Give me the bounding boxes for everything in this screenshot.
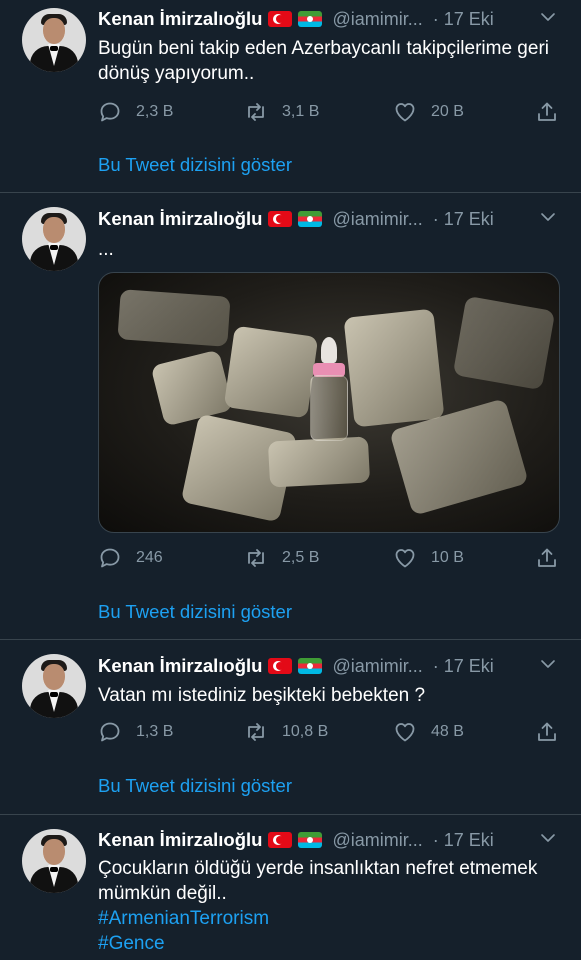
share-icon xyxy=(538,102,556,121)
reply-icon xyxy=(100,102,120,122)
like-button[interactable]: 20 B xyxy=(393,99,464,125)
author-name[interactable]: Kenan İmirzalıoğlu xyxy=(98,8,262,30)
flag-azerbaijan-icon xyxy=(298,832,323,848)
retweet-count: 2,5 B xyxy=(282,549,320,566)
tweet-text: Çocukların öldüğü yerde insanlıktan nefr… xyxy=(98,856,561,956)
avatar[interactable] xyxy=(22,207,86,271)
tweet-header: Kenan İmirzalıoğlu @iamimir... · 17 Eki xyxy=(98,653,561,679)
tweet-actions: 1,3 B 10,8 B 48 B xyxy=(98,719,564,745)
baby-bottle xyxy=(306,337,352,443)
like-button[interactable]: 48 B xyxy=(393,719,464,745)
heart-icon xyxy=(395,723,415,742)
retweet-count: 10,8 B xyxy=(282,723,329,740)
tweet-text: ... xyxy=(98,239,114,260)
author-handle[interactable]: @iamimir... xyxy=(332,9,422,30)
tweet-text: Vatan mı istediniz beşikteki bebekten ? xyxy=(98,685,426,706)
reply-count: 2,3 B xyxy=(136,103,174,120)
retweet-button[interactable]: 3,1 B xyxy=(244,99,319,125)
chevron-down-icon[interactable] xyxy=(539,829,557,847)
author-name[interactable]: Kenan İmirzalıoğlu xyxy=(98,655,262,677)
reply-count: 246 xyxy=(136,549,163,566)
share-icon xyxy=(538,548,556,567)
share-button[interactable] xyxy=(535,545,573,571)
chevron-down-icon[interactable] xyxy=(539,655,557,673)
tweet-header: Kenan İmirzalıoğlu @iamimir... · 17 Eki xyxy=(98,206,561,232)
reply-icon xyxy=(100,722,120,742)
tweet-text-body: Çocukların öldüğü yerde insanlıktan nefr… xyxy=(98,858,538,904)
show-thread-link[interactable]: Bu Tweet dizisini göster xyxy=(98,154,292,176)
reply-count: 1,3 B xyxy=(136,723,174,740)
tweet-actions: 2,3 B 3,1 B 20 B xyxy=(98,99,564,125)
share-icon xyxy=(538,722,556,741)
reply-button[interactable]: 246 xyxy=(98,545,163,571)
share-button[interactable] xyxy=(535,719,573,745)
flag-azerbaijan-icon xyxy=(298,211,323,227)
tweet-date[interactable]: · 17 Eki xyxy=(433,9,494,30)
show-thread-link[interactable]: Bu Tweet dizisini göster xyxy=(98,775,292,797)
tweet-actions: 246 2,5 B 10 B xyxy=(98,545,564,571)
retweet-icon xyxy=(248,549,264,567)
avatar[interactable] xyxy=(22,829,86,893)
reply-button[interactable]: 2,3 B xyxy=(98,99,173,125)
author-name[interactable]: Kenan İmirzalıoğlu xyxy=(98,829,262,851)
tweet[interactable]: Kenan İmirzalıoğlu @iamimir... · 17 Eki … xyxy=(0,815,581,960)
tweet[interactable]: Kenan İmirzalıoğlu @iamimir... · 17 Eki … xyxy=(0,640,581,815)
avatar[interactable] xyxy=(22,654,86,718)
author-handle[interactable]: @iamimir... xyxy=(332,656,422,677)
hashtag-link[interactable]: #ArmenianTerrorism xyxy=(98,906,561,931)
flag-azerbaijan-icon xyxy=(298,11,323,27)
tweet-header: Kenan İmirzalıoğlu @iamimir... · 17 Eki xyxy=(98,827,561,853)
retweet-icon xyxy=(248,103,264,121)
retweet-button[interactable]: 10,8 B xyxy=(244,719,328,745)
author-handle[interactable]: @iamimir... xyxy=(332,830,422,851)
chevron-down-icon[interactable] xyxy=(539,8,557,26)
like-count: 20 B xyxy=(431,103,464,120)
author-name[interactable]: Kenan İmirzalıoğlu xyxy=(98,208,262,230)
tweet-header: Kenan İmirzalıoğlu @iamimir... · 17 Eki xyxy=(98,6,561,32)
flag-azerbaijan-icon xyxy=(298,658,323,674)
flag-turkey-icon xyxy=(268,11,293,27)
retweet-button[interactable]: 2,5 B xyxy=(244,545,319,571)
show-thread-link[interactable]: Bu Tweet dizisini göster xyxy=(98,601,292,623)
flag-turkey-icon xyxy=(268,658,293,674)
like-count: 48 B xyxy=(431,723,464,740)
tweet-date[interactable]: · 17 Eki xyxy=(433,209,494,230)
tweet[interactable]: Kenan İmirzalıoğlu @iamimir... · 17 Eki … xyxy=(0,193,581,640)
heart-icon xyxy=(395,103,415,122)
tweet-date[interactable]: · 17 Eki xyxy=(433,830,494,851)
flag-turkey-icon xyxy=(268,832,293,848)
reply-icon xyxy=(100,548,120,568)
chevron-down-icon[interactable] xyxy=(539,208,557,226)
author-handle[interactable]: @iamimir... xyxy=(332,209,422,230)
share-button[interactable] xyxy=(535,99,573,125)
avatar[interactable] xyxy=(22,8,86,72)
tweet[interactable]: Kenan İmirzalıoğlu @iamimir... · 17 Eki … xyxy=(0,0,581,193)
tweet-image[interactable] xyxy=(98,272,560,533)
like-button[interactable]: 10 B xyxy=(393,545,464,571)
heart-icon xyxy=(395,549,415,568)
tweet-date[interactable]: · 17 Eki xyxy=(433,656,494,677)
hashtag-link[interactable]: #Gence xyxy=(98,931,561,956)
tweet-text: Bugün beni takip eden Azerbaycanlı takip… xyxy=(98,38,549,84)
like-count: 10 B xyxy=(431,549,464,566)
retweet-icon xyxy=(248,723,264,741)
retweet-count: 3,1 B xyxy=(282,103,320,120)
reply-button[interactable]: 1,3 B xyxy=(98,719,173,745)
flag-turkey-icon xyxy=(268,211,293,227)
